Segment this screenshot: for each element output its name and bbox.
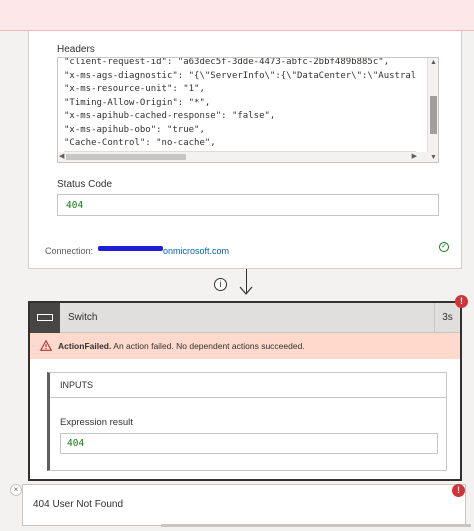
headers-code-box[interactable]: "client-request-id": "a63dec5f-3dde-4473…	[57, 57, 439, 163]
inputs-header[interactable]: INPUTS	[50, 373, 447, 398]
expression-result-label: Expression result	[60, 417, 133, 428]
headers-code-lines: "client-request-id": "a63dec5f-3dde-4473…	[64, 57, 417, 162]
success-check-icon: ✓	[439, 242, 449, 252]
header-line: "x-ms-resource-unit": "1",	[64, 84, 205, 94]
header-line: "Cache-Control": "no-cache",	[64, 138, 216, 148]
header-line: "client-request-id": "a63dec5f-3dde-4473…	[64, 57, 390, 67]
scroll-thumb[interactable]	[430, 96, 437, 134]
flow-run-page: Headers "client-request-id": "a63dec5f-3…	[0, 0, 474, 531]
header-line: "x-ms-ags-diagnostic": "{\"ServerInfo\":…	[64, 70, 417, 81]
fail-title: ActionFailed.	[58, 341, 112, 351]
connection-label: Connection:	[45, 246, 94, 256]
horizontal-scrollbar-bottom[interactable]	[161, 524, 471, 527]
info-icon[interactable]: i	[214, 278, 227, 291]
header-line: "x-ms-apihub-obo": "true",	[64, 124, 205, 135]
http-action-card: Headers "client-request-id": "a63dec5f-3…	[28, 31, 462, 269]
terminate-action-card[interactable]: 404 User Not Found	[22, 484, 471, 527]
status-code-label: Status Code	[57, 179, 113, 190]
inputs-panel: INPUTS Expression result 404	[47, 372, 447, 471]
switch-title: Switch	[68, 312, 98, 323]
scroll-thumb-horizontal[interactable]	[66, 154, 186, 160]
switch-action-card[interactable]: Switch 3s ActionFailed. An action failed…	[28, 301, 462, 481]
vertical-scrollbar[interactable]: ▲ ▼	[427, 58, 438, 162]
arrow-down-icon	[239, 286, 253, 295]
expression-result-value: 404	[60, 433, 438, 454]
header-line: "x-ms-apihub-cached-response": "false",	[64, 111, 276, 121]
horizontal-scrollbar[interactable]: ◀ ▶	[58, 152, 429, 162]
terminate-card-title: 404 User Not Found	[33, 499, 124, 510]
close-icon[interactable]: ×	[10, 484, 22, 496]
action-failed-banner: ActionFailed. An action failed. No depen…	[30, 333, 460, 359]
bottom-error-badge: !	[452, 484, 465, 497]
headers-label: Headers	[57, 44, 95, 55]
fail-message: An action failed. No dependent actions s…	[113, 341, 305, 351]
previous-card-edge	[0, 0, 474, 31]
redacted-account	[98, 246, 163, 251]
switch-header[interactable]: Switch 3s	[30, 303, 460, 333]
header-line: "Timing-Allow-Origin": "*",	[64, 97, 211, 108]
connection-value[interactable]: onmicrosoft.com	[163, 246, 229, 256]
scroll-down-icon[interactable]: ▼	[430, 154, 437, 162]
status-code-value: 404	[57, 194, 439, 216]
scroll-right-icon[interactable]: ▶	[412, 152, 417, 162]
scroll-left-icon[interactable]: ◀	[59, 152, 64, 162]
switch-icon	[30, 303, 60, 333]
scroll-up-icon[interactable]: ▲	[430, 59, 437, 67]
switch-duration: 3s	[434, 303, 460, 333]
warning-icon	[40, 340, 52, 351]
switch-error-badge: !	[455, 295, 468, 308]
